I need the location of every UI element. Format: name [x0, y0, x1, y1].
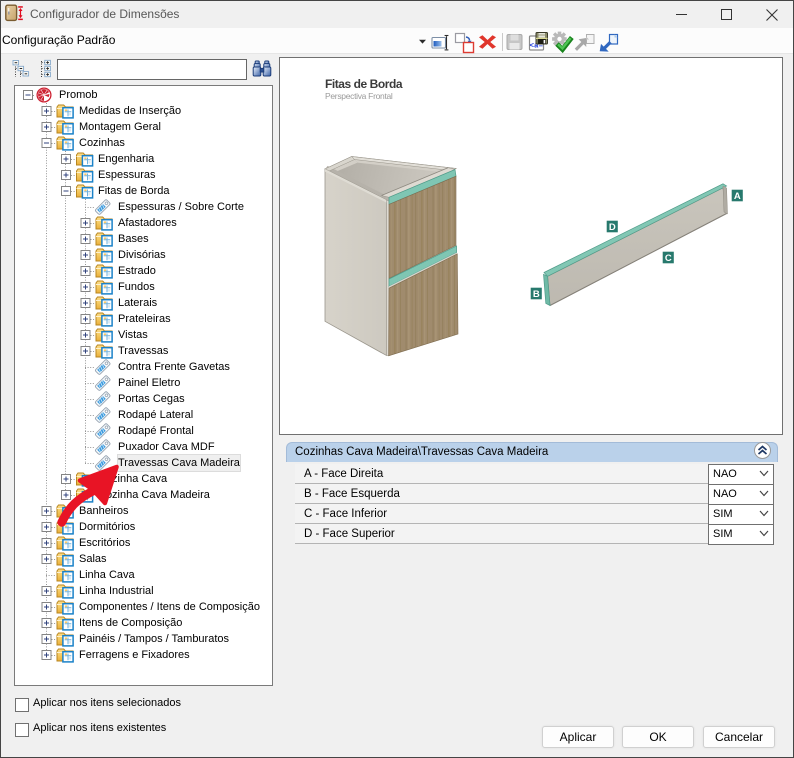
- svg-text:C: C: [665, 253, 672, 264]
- svg-text:B: B: [533, 289, 540, 300]
- svg-text:D: D: [609, 222, 616, 233]
- svg-text:A: A: [734, 191, 741, 202]
